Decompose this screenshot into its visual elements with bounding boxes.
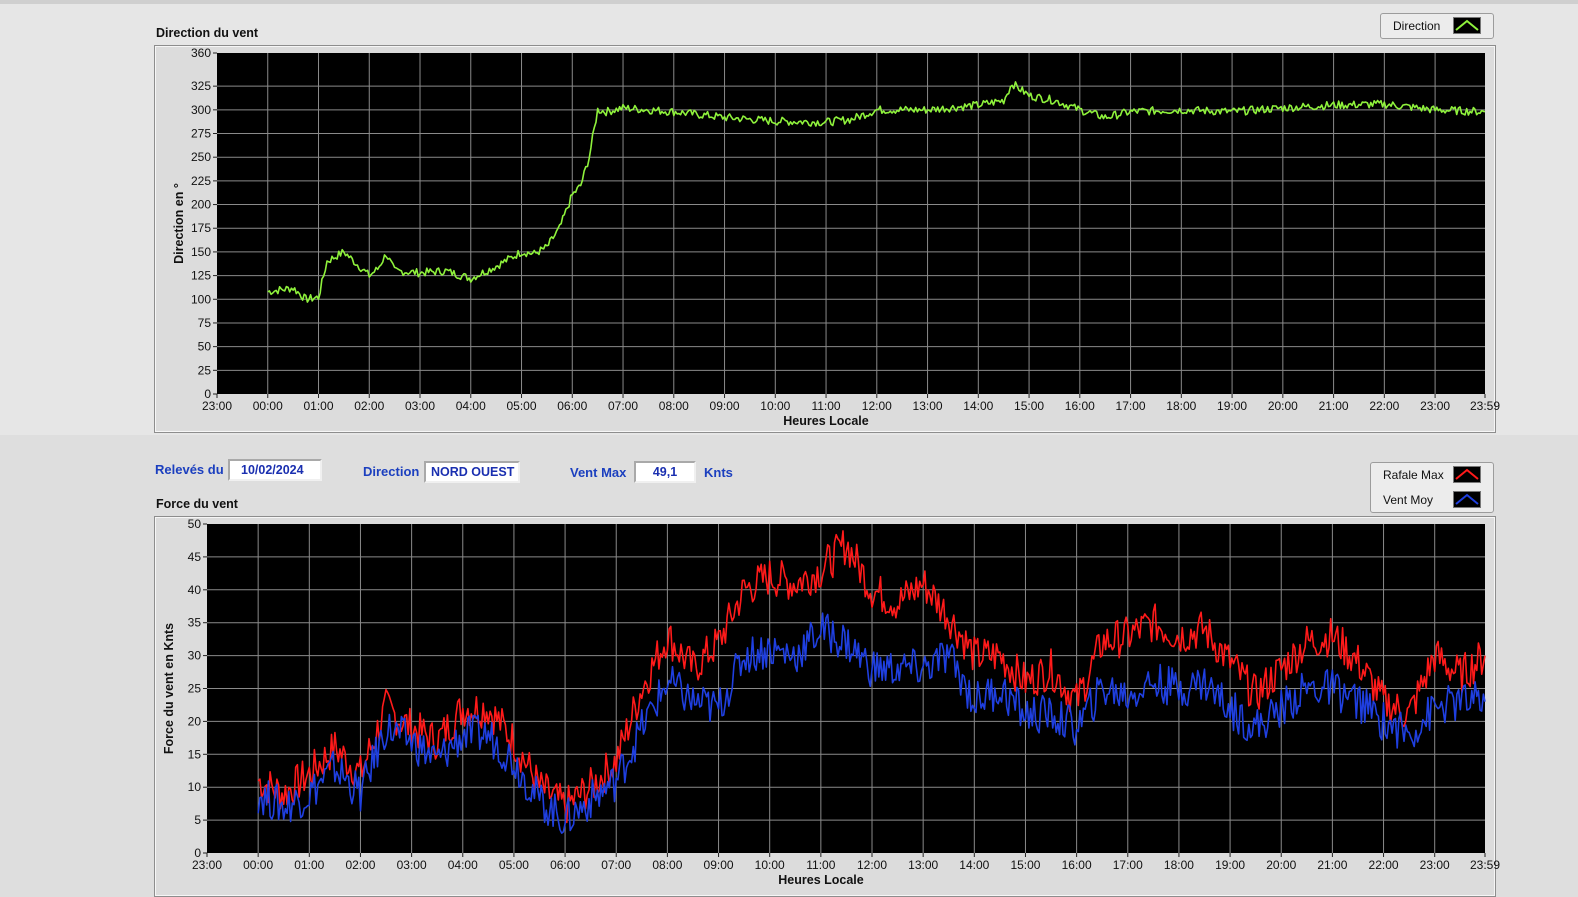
x-tick-label: 16:00 <box>1062 858 1092 872</box>
x-tick-label: 05:00 <box>499 858 529 872</box>
y-tick-label: 40 <box>188 583 202 597</box>
y-axis-title: Force du vent en Knts <box>162 623 176 754</box>
y-tick-label: 5 <box>194 813 201 827</box>
x-tick-label: 10:00 <box>755 858 785 872</box>
x-tick-label: 15:00 <box>1010 858 1040 872</box>
x-tick-label: 12:00 <box>857 858 887 872</box>
y-tick-label: 0 <box>194 846 201 860</box>
x-tick-label: 17:00 <box>1113 858 1143 872</box>
x-tick-label: 23:59 <box>1470 858 1500 872</box>
x-tick-label: 21:00 <box>1317 858 1347 872</box>
force-chart: 23:00 00:00 01:00 02:00 03:00 04:00 05:00 06:00… <box>162 517 1500 887</box>
y-tick-label: 35 <box>188 616 202 630</box>
y-tick-label: 10 <box>188 780 202 794</box>
x-tick-label: 22:00 <box>1369 858 1399 872</box>
x-tick-label: 13:00 <box>908 858 938 872</box>
x-tick-label: 00:00 <box>243 858 273 872</box>
x-tick-label: 23:00 <box>1420 858 1450 872</box>
y-tick-label: 20 <box>188 714 202 728</box>
x-tick-label: 03:00 <box>397 858 427 872</box>
x-tick-label: 04:00 <box>448 858 478 872</box>
x-tick-label: 11:00 <box>806 858 835 872</box>
x-tick-label: 19:00 <box>1215 858 1245 872</box>
x-tick-label: 09:00 <box>704 858 734 872</box>
x-tick-label: 20:00 <box>1266 858 1296 872</box>
x-tick-label: 06:00 <box>550 858 580 872</box>
x-axis-title: Heures Locale <box>778 873 864 887</box>
x-tick-label: 02:00 <box>345 858 375 872</box>
x-tick-label: 01:00 <box>294 858 324 872</box>
x-tick-label: 07:00 <box>601 858 631 872</box>
y-tick-label: 50 <box>188 517 202 531</box>
y-tick-label: 30 <box>188 649 202 663</box>
x-tick-label: 23:00 <box>192 858 222 872</box>
x-tick-label: 18:00 <box>1164 858 1194 872</box>
x-tick-label: 14:00 <box>959 858 989 872</box>
x-tick-label: 08:00 <box>652 858 682 872</box>
y-tick-label: 15 <box>188 747 202 761</box>
y-tick-label: 25 <box>188 682 202 696</box>
y-tick-label: 45 <box>188 550 202 564</box>
